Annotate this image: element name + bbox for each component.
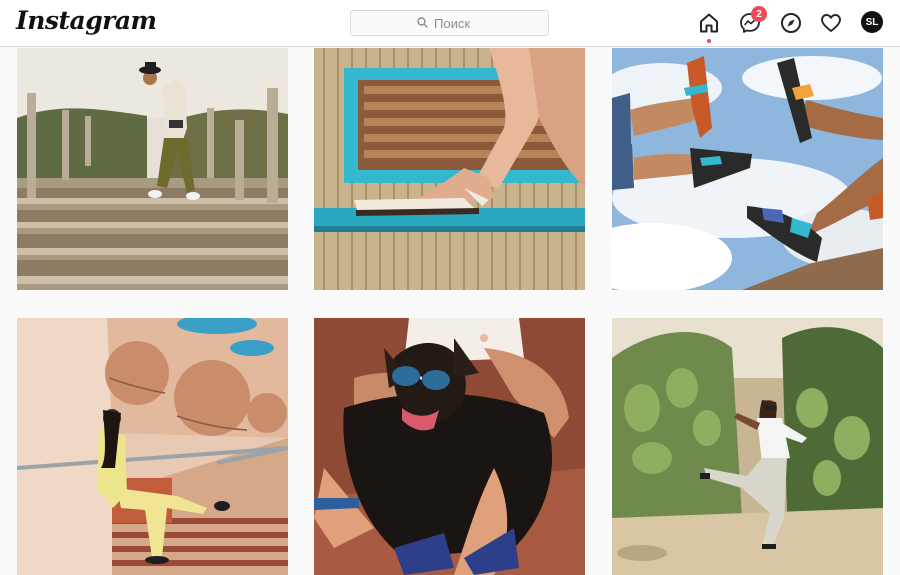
photo-feet-against-sky (612, 48, 883, 290)
photo-dog-with-sunglasses (314, 318, 585, 575)
photo-person-climbing-stairs (17, 48, 288, 290)
heart-icon (821, 14, 841, 32)
activity-button[interactable] (820, 12, 842, 34)
home-icon (700, 13, 718, 33)
post-thumbnail-2[interactable] (314, 48, 585, 290)
unread-messages-badge: 2 (751, 6, 767, 22)
home-button[interactable] (698, 12, 720, 43)
active-indicator-dot (707, 39, 711, 43)
search-input[interactable] (434, 15, 482, 31)
instagram-logo[interactable]: Instagram (16, 6, 157, 35)
photo-sandals-on-blue-bench (314, 48, 585, 290)
photo-woman-on-stairs (17, 318, 288, 575)
post-thumbnail-5[interactable] (314, 318, 585, 575)
messenger-button[interactable]: 2 (739, 6, 767, 34)
explore-grid (0, 48, 900, 575)
explore-button[interactable] (780, 12, 802, 34)
post-thumbnail-6[interactable] (612, 318, 883, 575)
post-thumbnail-4[interactable] (17, 318, 288, 575)
top-navigation-bar: Instagram 2 SL (0, 0, 900, 47)
search-icon (417, 16, 428, 31)
search-box[interactable] (350, 10, 549, 36)
post-thumbnail-1[interactable] (17, 48, 288, 290)
photo-woman-among-cacti (612, 318, 883, 575)
compass-icon (781, 13, 801, 33)
post-thumbnail-3[interactable] (612, 48, 883, 290)
profile-avatar[interactable]: SL (861, 11, 883, 33)
